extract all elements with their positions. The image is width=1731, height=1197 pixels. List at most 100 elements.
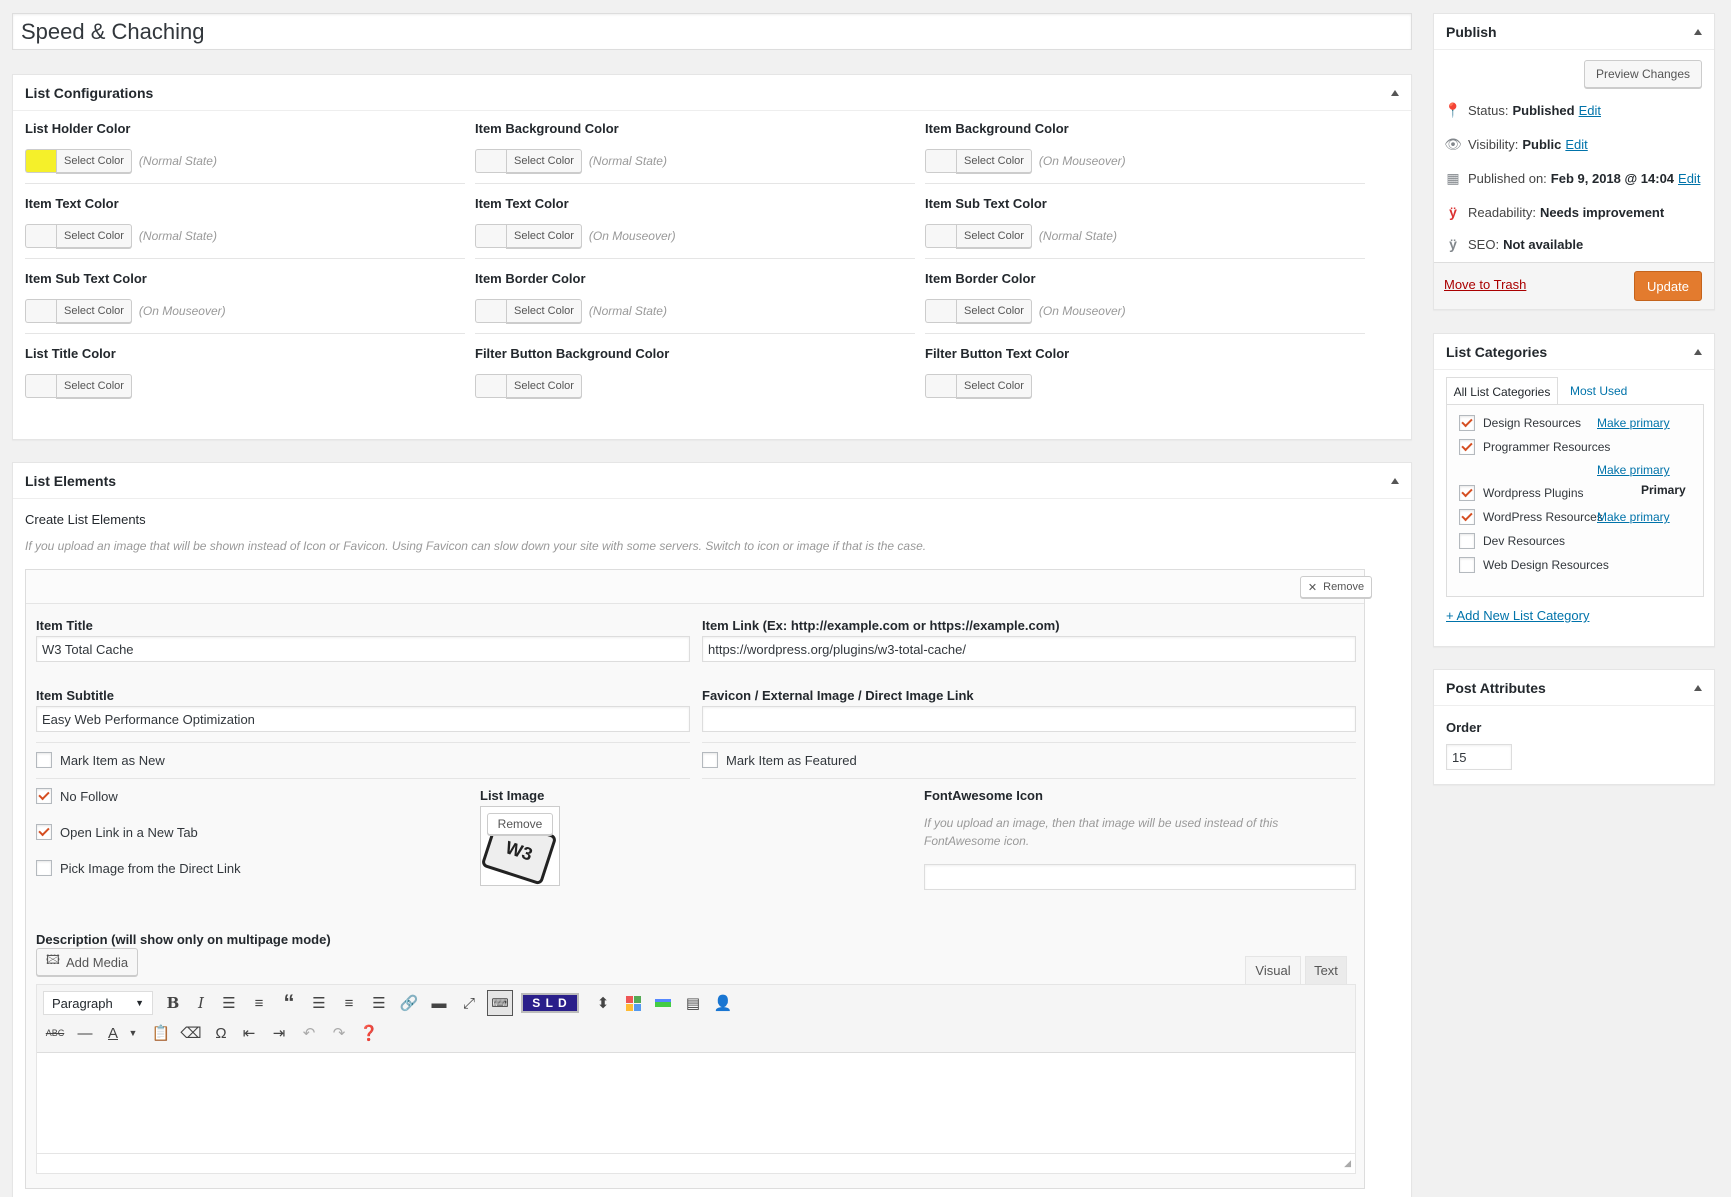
- redo-icon[interactable]: ↷: [327, 1021, 351, 1045]
- color-swatch[interactable]: [925, 149, 956, 173]
- publish-header[interactable]: Publish: [1434, 14, 1714, 50]
- color-picker[interactable]: Select Color (Normal State): [475, 149, 667, 173]
- select-color-button[interactable]: Select Color: [956, 299, 1032, 323]
- color-picker[interactable]: Select Color (On Mouseover): [475, 224, 676, 248]
- align-left-icon[interactable]: ☰: [307, 991, 331, 1015]
- mark-featured-checkbox[interactable]: Mark Item as Featured: [702, 752, 857, 768]
- category-item[interactable]: Web Design Resources: [1459, 557, 1609, 573]
- published-edit-link[interactable]: Edit: [1678, 171, 1700, 186]
- resize-handle-icon[interactable]: ◢: [1344, 1158, 1351, 1169]
- text-color-dropdown-icon[interactable]: ▼: [121, 1021, 145, 1045]
- numbered-list-icon[interactable]: ≡: [247, 991, 271, 1015]
- checkbox-checked[interactable]: [1459, 509, 1475, 525]
- format-select[interactable]: Paragraph ▼: [43, 991, 153, 1015]
- table-plugin-icon[interactable]: ▤: [681, 991, 705, 1015]
- color-picker[interactable]: Select Color (On Mouseover): [25, 299, 226, 323]
- checkbox[interactable]: [1459, 533, 1475, 549]
- favicon-input[interactable]: [702, 706, 1356, 732]
- clear-formatting-icon[interactable]: ⌫: [179, 1021, 203, 1045]
- select-color-button[interactable]: Select Color: [56, 149, 132, 173]
- color-picker[interactable]: Select Color: [475, 374, 582, 398]
- italic-icon[interactable]: I: [189, 991, 213, 1015]
- add-new-category-link[interactable]: + Add New List Category: [1446, 608, 1589, 623]
- fontawesome-input[interactable]: [924, 864, 1356, 890]
- tab-most-used[interactable]: Most Used: [1570, 384, 1627, 398]
- item-subtitle-input[interactable]: Easy Web Performance Optimization: [36, 706, 690, 732]
- color-swatch[interactable]: [25, 374, 56, 398]
- color-picker[interactable]: Select Color (Normal State): [475, 299, 667, 323]
- checkbox-checked[interactable]: [1459, 485, 1475, 501]
- color-swatch[interactable]: [925, 224, 956, 248]
- align-center-icon[interactable]: ≡: [337, 991, 361, 1015]
- new-tab-checkbox[interactable]: Open Link in a New Tab: [36, 824, 198, 840]
- sld-button[interactable]: S L D: [521, 993, 579, 1013]
- make-primary-link[interactable]: Make primary: [1597, 463, 1670, 477]
- checkbox-checked[interactable]: [1459, 415, 1475, 431]
- checkbox[interactable]: [36, 752, 52, 768]
- help-icon[interactable]: ❓: [357, 1021, 381, 1045]
- select-color-button[interactable]: Select Color: [956, 374, 1032, 398]
- color-swatch[interactable]: [475, 149, 506, 173]
- collapse-arrow-icon[interactable]: [1694, 348, 1702, 355]
- bold-icon[interactable]: B: [161, 991, 185, 1015]
- preview-changes-button[interactable]: Preview Changes: [1584, 60, 1702, 88]
- color-swatch[interactable]: [25, 149, 56, 173]
- color-swatch[interactable]: [925, 299, 956, 323]
- item-title-input[interactable]: W3 Total Cache: [36, 636, 690, 662]
- post-attributes-header[interactable]: Post Attributes: [1434, 670, 1714, 706]
- list-elements-header[interactable]: List Elements: [13, 463, 1411, 499]
- upload-icon[interactable]: ⬍: [591, 991, 615, 1015]
- remove-item-button[interactable]: ✕ Remove: [1300, 576, 1372, 598]
- make-primary-link[interactable]: Make primary: [1597, 416, 1670, 430]
- category-item[interactable]: Programmer Resources: [1459, 439, 1610, 455]
- collapse-arrow-icon[interactable]: [1694, 28, 1702, 35]
- color-swatch[interactable]: [925, 374, 956, 398]
- color-swatch[interactable]: [25, 299, 56, 323]
- outdent-icon[interactable]: ⇤: [237, 1021, 261, 1045]
- horizontal-line-icon[interactable]: —: [73, 1021, 97, 1045]
- post-title-input[interactable]: Speed & Chaching: [12, 13, 1412, 50]
- user-plugin-icon[interactable]: 👤: [711, 991, 735, 1015]
- link-icon[interactable]: 🔗: [397, 991, 421, 1015]
- update-button[interactable]: Update: [1634, 271, 1702, 301]
- category-item[interactable]: Wordpress Plugins: [1459, 485, 1584, 501]
- collapse-arrow-icon[interactable]: [1391, 89, 1399, 96]
- item-link-input[interactable]: https://wordpress.org/plugins/w3-total-c…: [702, 636, 1356, 662]
- category-item[interactable]: Design Resources: [1459, 415, 1581, 431]
- strikethrough-icon[interactable]: ABC: [43, 1021, 67, 1045]
- color-picker[interactable]: Select Color (Normal State): [925, 224, 1117, 248]
- paste-text-icon[interactable]: 📋: [149, 1021, 173, 1045]
- checkbox-checked[interactable]: [36, 788, 52, 804]
- align-right-icon[interactable]: ☰: [367, 991, 391, 1015]
- keyboard-icon[interactable]: ⌨: [487, 990, 513, 1016]
- color-picker[interactable]: Select Color: [925, 374, 1032, 398]
- list-categories-header[interactable]: List Categories: [1434, 334, 1714, 370]
- color-picker[interactable]: Select Color (Normal State): [25, 224, 217, 248]
- select-color-button[interactable]: Select Color: [506, 224, 582, 248]
- checkbox[interactable]: [36, 860, 52, 876]
- color-picker[interactable]: Select Color: [25, 374, 132, 398]
- color-swatch[interactable]: [475, 374, 506, 398]
- bullet-list-icon[interactable]: ☰: [217, 991, 241, 1015]
- checkbox[interactable]: [1459, 557, 1475, 573]
- move-to-trash-link[interactable]: Move to Trash: [1444, 277, 1526, 292]
- collapse-arrow-icon[interactable]: [1694, 684, 1702, 691]
- checkbox-checked[interactable]: [1459, 439, 1475, 455]
- editor-body[interactable]: [37, 1053, 1355, 1153]
- undo-icon[interactable]: ↶: [297, 1021, 321, 1045]
- select-color-button[interactable]: Select Color: [56, 299, 132, 323]
- pick-image-checkbox[interactable]: Pick Image from the Direct Link: [36, 860, 241, 876]
- select-color-button[interactable]: Select Color: [956, 224, 1032, 248]
- color-picker[interactable]: Select Color (On Mouseover): [925, 299, 1126, 323]
- list-configurations-header[interactable]: List Configurations: [13, 75, 1411, 111]
- special-character-icon[interactable]: Ω: [209, 1021, 233, 1045]
- indent-icon[interactable]: ⇥: [267, 1021, 291, 1045]
- add-media-button[interactable]: 🖾 Add Media: [36, 948, 138, 976]
- visibility-edit-link[interactable]: Edit: [1565, 137, 1587, 152]
- make-primary-link[interactable]: Make primary: [1597, 510, 1670, 524]
- select-color-button[interactable]: Select Color: [506, 374, 582, 398]
- remove-image-button[interactable]: Remove: [487, 813, 553, 835]
- no-follow-checkbox[interactable]: No Follow: [36, 788, 118, 804]
- select-color-button[interactable]: Select Color: [956, 149, 1032, 173]
- color-swatch[interactable]: [475, 224, 506, 248]
